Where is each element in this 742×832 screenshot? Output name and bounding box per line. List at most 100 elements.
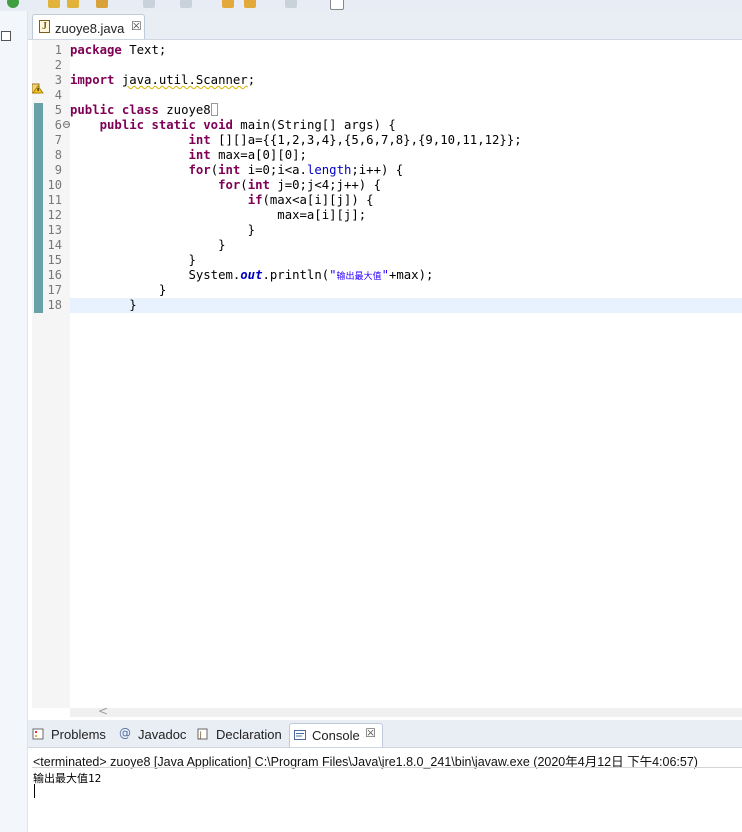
- history-icon[interactable]: [180, 0, 192, 8]
- tab-declaration[interactable]: J Declaration: [197, 723, 285, 747]
- tab-console[interactable]: Console ☒: [289, 723, 383, 747]
- code-line[interactable]: System.out.println("输出最大值"+max);: [70, 268, 742, 283]
- code-line[interactable]: }: [70, 223, 742, 238]
- javadoc-icon: @: [119, 726, 131, 740]
- line-number-text: 9: [54, 163, 62, 177]
- horizontal-scrollbar[interactable]: <: [70, 704, 742, 718]
- next-icon[interactable]: [285, 0, 297, 8]
- console-output[interactable]: 输出最大值12: [33, 770, 101, 786]
- collapse-fold-icon[interactable]: −: [63, 121, 70, 130]
- code-line[interactable]: for(int j=0;j<4;j++) {: [70, 178, 742, 193]
- scroll-left-arrow[interactable]: <: [98, 704, 108, 718]
- code-token: }: [70, 298, 137, 312]
- code-token: ": [381, 268, 389, 282]
- line-number-text: 17: [47, 283, 62, 297]
- code-token: ": [329, 268, 337, 282]
- change-marker[interactable]: [34, 253, 43, 268]
- code-token: System.: [70, 268, 241, 282]
- code-line[interactable]: int max=a[0][0];: [70, 148, 742, 163]
- code-line[interactable]: }: [70, 298, 742, 313]
- change-marker[interactable]: [34, 133, 43, 148]
- code-line[interactable]: package Text;: [70, 43, 742, 58]
- code-token: class: [121, 103, 159, 117]
- change-marker[interactable]: [34, 283, 43, 298]
- line-number: 16: [44, 268, 70, 283]
- nav-icon[interactable]: [143, 0, 155, 8]
- code-line[interactable]: if(max<a[i][j]) {: [70, 193, 742, 208]
- code-line[interactable]: [70, 88, 742, 103]
- back-icon[interactable]: [222, 0, 234, 8]
- line-number: 1: [44, 43, 70, 58]
- line-number-text: 6: [54, 118, 62, 132]
- code-token: if: [247, 193, 263, 207]
- change-marker[interactable]: [34, 103, 43, 118]
- change-marker[interactable]: [34, 193, 43, 208]
- change-marker[interactable]: [34, 298, 43, 313]
- change-marker[interactable]: [34, 148, 43, 163]
- line-number-text: 13: [47, 223, 62, 237]
- code-token: int: [188, 133, 211, 147]
- restore-view-icon[interactable]: [1, 31, 11, 41]
- code-line[interactable]: }: [70, 253, 742, 268]
- code-token: (: [240, 178, 248, 192]
- code-line[interactable]: max=a[i][j];: [70, 208, 742, 223]
- close-icon[interactable]: ☒: [131, 19, 142, 33]
- line-number-text: 1: [54, 43, 62, 57]
- console-divider: [32, 767, 742, 768]
- code-token: length: [306, 163, 352, 177]
- code-editor: J zuoye8.java ☒ 1 2 3 4 5 6−7 8 9 10 11 12 13 14 15 16…: [28, 11, 742, 718]
- code-line[interactable]: for(int i=0;i<a.length;i++) {: [70, 163, 742, 178]
- code-token: int: [218, 163, 241, 177]
- editor-tab-zuoye8[interactable]: J zuoye8.java ☒: [32, 14, 145, 39]
- declaration-icon: J: [197, 728, 208, 740]
- tab-javadoc[interactable]: @ Javadoc: [119, 723, 191, 747]
- code-token: max=a[0][0];: [210, 148, 307, 162]
- line-number: 14: [44, 238, 70, 253]
- overview-ruler: [32, 40, 44, 708]
- change-marker[interactable]: [34, 238, 43, 253]
- code-token: void: [203, 118, 233, 132]
- code-token: java.util.Scanner: [121, 73, 248, 87]
- code-token: Text;: [121, 43, 167, 57]
- line-number: 13: [44, 223, 70, 238]
- change-marker[interactable]: [34, 268, 43, 283]
- open-folder-icon[interactable]: [48, 0, 60, 8]
- code-line[interactable]: public class zuoye8: [70, 103, 742, 118]
- close-icon[interactable]: ☒: [365, 726, 376, 740]
- line-number: 2: [44, 58, 70, 73]
- edit-icon[interactable]: [67, 0, 79, 8]
- text-cursor: [34, 784, 35, 798]
- line-number-text: 8: [54, 148, 62, 162]
- code-token: 输出最大值: [336, 272, 382, 282]
- change-marker[interactable]: [34, 163, 43, 178]
- code-line[interactable]: int [][]a={{1,2,3,4},{5,6,7,8},{9,10,11,…: [70, 133, 742, 148]
- code-token: package: [70, 43, 122, 57]
- code-token: static: [151, 118, 196, 132]
- change-marker[interactable]: [34, 208, 43, 223]
- bottom-panel: Problems @ Javadoc J Declaration Console…: [28, 720, 742, 832]
- code-line[interactable]: [70, 58, 742, 73]
- page-icon[interactable]: [330, 0, 344, 10]
- code-line[interactable]: import java.util.Scanner;: [70, 73, 742, 88]
- line-number: 15: [44, 253, 70, 268]
- annotation-icon[interactable]: [96, 0, 108, 8]
- code-text-area[interactable]: package Text; import java.util.Scanner; pu…: [70, 40, 742, 708]
- run-icon[interactable]: [7, 0, 19, 8]
- line-number-text: 10: [47, 178, 62, 192]
- change-marker[interactable]: [34, 223, 43, 238]
- code-line[interactable]: }: [70, 238, 742, 253]
- java-file-icon: J: [39, 20, 50, 33]
- code-line[interactable]: }: [70, 283, 742, 298]
- code-line[interactable]: public static void main(String[] args) {: [70, 118, 742, 133]
- svg-text:J: J: [199, 731, 202, 740]
- warning-icon[interactable]: [32, 83, 44, 94]
- change-marker[interactable]: [34, 178, 43, 193]
- forward-icon[interactable]: [244, 0, 256, 8]
- tab-problems[interactable]: Problems: [32, 723, 116, 747]
- change-marker[interactable]: [34, 118, 43, 133]
- code-token: }: [70, 253, 196, 267]
- line-number: 7: [44, 133, 70, 148]
